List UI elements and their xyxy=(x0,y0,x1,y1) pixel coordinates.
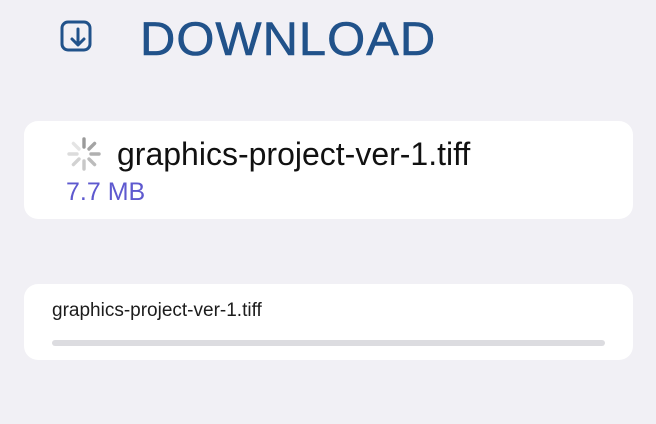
page-title: DOWNLOAD xyxy=(140,11,437,65)
download-file-size: 7.7 MB xyxy=(66,178,146,206)
header: DOWNLOAD xyxy=(56,8,435,68)
progress-bar xyxy=(52,340,605,346)
download-icon[interactable] xyxy=(56,16,100,60)
download-screen: DOWNLOAD graphics-project-ver-1.tiff 7.7… xyxy=(0,0,656,424)
loading-spinner-icon xyxy=(66,136,102,172)
progress-file-name: graphics-project-ver-1.tiff xyxy=(52,300,262,321)
download-file-name: graphics-project-ver-1.tiff xyxy=(117,136,471,172)
